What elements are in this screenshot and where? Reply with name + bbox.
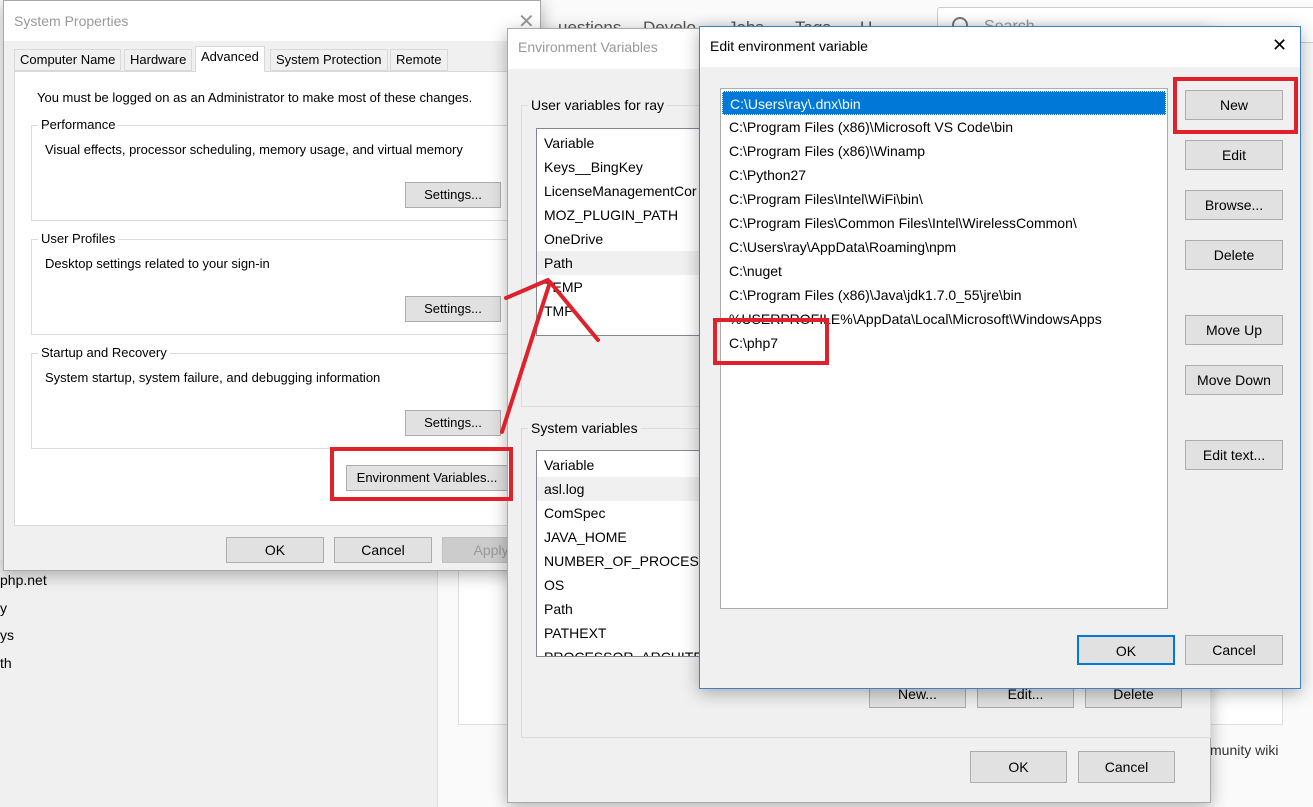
annotation-arrows [500, 278, 600, 434]
arrow-to-path [504, 278, 550, 300]
tab-advanced[interactable]: Advanced [195, 46, 265, 72]
arrow-to-env-window [500, 280, 600, 434]
